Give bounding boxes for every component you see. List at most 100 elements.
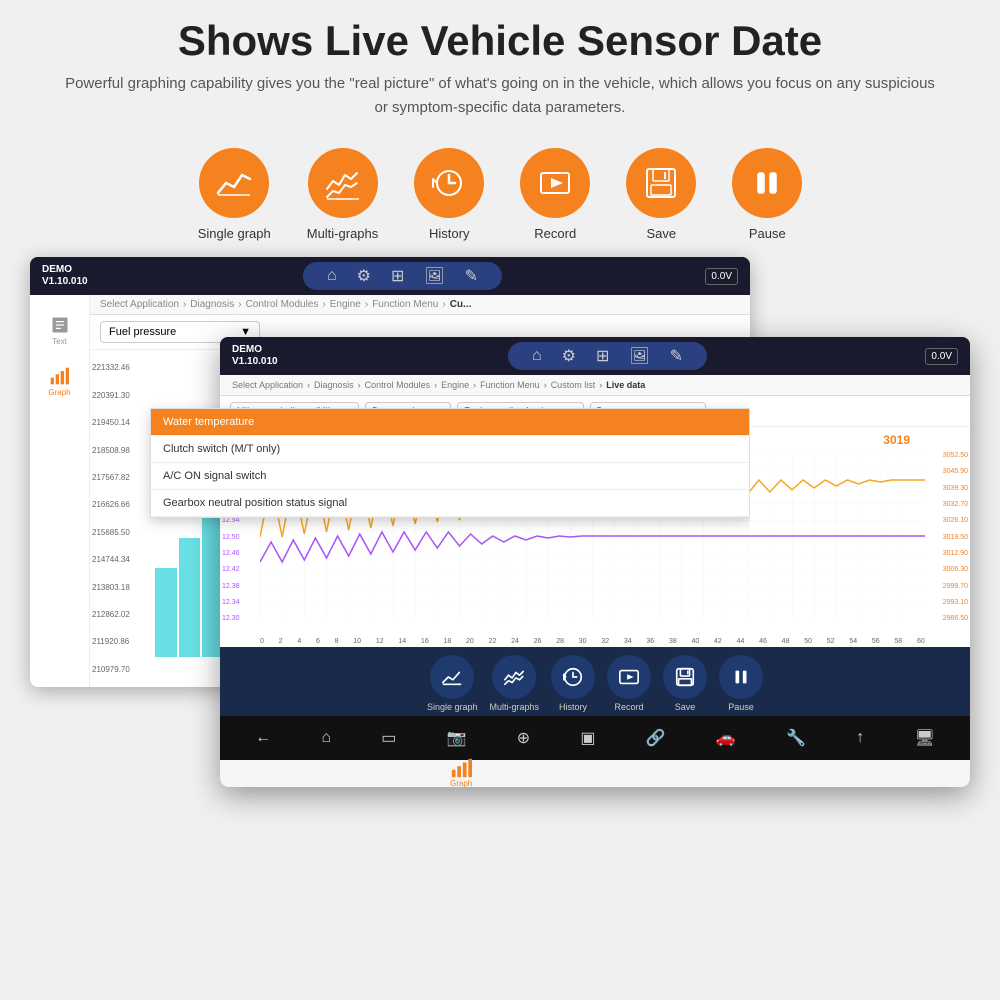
xl-2: 2 bbox=[279, 638, 283, 645]
front-bc-4: Engine bbox=[441, 380, 469, 390]
breadcrumb-sep-3: › bbox=[322, 299, 325, 310]
front-bc-sep3: › bbox=[434, 380, 437, 390]
xl-26: 26 bbox=[534, 638, 542, 645]
toolbar-single-graph-circle bbox=[430, 655, 474, 699]
front-bc-1: Select Application bbox=[232, 380, 303, 390]
xl-52: 52 bbox=[827, 638, 835, 645]
front-graph-label: Graph bbox=[450, 779, 472, 787]
back-nav-home-icon[interactable]: ⌂ bbox=[327, 267, 337, 285]
back-nav-grid-icon[interactable]: ⊞ bbox=[391, 266, 404, 286]
toolbar-save[interactable]: Save bbox=[663, 655, 707, 712]
dropdown-water-temp[interactable]: Water temperature bbox=[151, 409, 749, 436]
y-label-10: 212862.02 bbox=[92, 610, 130, 619]
front-nav-grid-icon[interactable]: ⊞ bbox=[596, 346, 609, 366]
toolbar-save-label: Save bbox=[675, 702, 696, 712]
feature-record: Record bbox=[520, 148, 590, 241]
xl-56: 56 bbox=[872, 638, 880, 645]
xl-60: 60 bbox=[917, 638, 925, 645]
toolbar-record[interactable]: Record bbox=[607, 655, 651, 712]
toolbar-record-icon bbox=[618, 666, 640, 688]
nav-home-icon[interactable]: ⌂ bbox=[321, 729, 331, 747]
back-nav-image-icon[interactable]: 🖼 bbox=[424, 266, 444, 286]
toolbar-history-circle bbox=[551, 655, 595, 699]
history-icon-circle bbox=[414, 148, 484, 218]
xl-34: 34 bbox=[624, 638, 632, 645]
sidebar-text-item[interactable]: Text bbox=[50, 315, 70, 346]
xl-40: 40 bbox=[691, 638, 699, 645]
yr-10: 2993.10 bbox=[943, 599, 968, 606]
yr-8: 3006.30 bbox=[943, 566, 968, 573]
xl-30: 30 bbox=[579, 638, 587, 645]
pause-label: Pause bbox=[749, 226, 786, 241]
feature-multi-graphs: Multi-graphs bbox=[307, 148, 379, 241]
dropdown-ac[interactable]: A/C ON signal switch bbox=[151, 463, 749, 490]
front-graph-icon bbox=[450, 757, 472, 779]
sidebar-text-label: Text bbox=[52, 337, 67, 346]
nav-camera-icon[interactable]: 📷 bbox=[447, 728, 467, 748]
front-bc-6: Custom list bbox=[551, 380, 596, 390]
nav-upload-icon[interactable]: ↑ bbox=[856, 729, 864, 747]
yr-4: 3032.70 bbox=[943, 501, 968, 508]
screenshot-front: DEMOV1.10.010 ⌂ ⚙ ⊞ 🖼 ✎ 0.0V Select Appl… bbox=[220, 337, 970, 787]
yl-6: 12.50 bbox=[222, 534, 240, 541]
xl-10: 10 bbox=[353, 638, 361, 645]
screenshots-area: DEMOV1.10.010 ⌂ ⚙ ⊞ 🖼 ✎ 0.0V Text bbox=[30, 257, 970, 777]
yl-11: 12.30 bbox=[222, 615, 240, 622]
back-y-labels: 221332.46 220391.30 219450.14 218508.98 … bbox=[92, 350, 130, 687]
front-bc-7: Live data bbox=[606, 380, 645, 390]
front-nav-edit-icon[interactable]: ✎ bbox=[670, 346, 683, 366]
back-nav-edit-icon[interactable]: ✎ bbox=[465, 266, 478, 286]
single-graph-icon-circle bbox=[199, 148, 269, 218]
feature-save: Save bbox=[626, 148, 696, 241]
front-nav-home-icon[interactable]: ⌂ bbox=[532, 347, 542, 365]
sidebar-graph-item[interactable]: Graph bbox=[48, 366, 70, 397]
bar-1 bbox=[155, 568, 177, 657]
front-bc-sep1: › bbox=[307, 380, 310, 390]
nav-square-icon[interactable]: ▣ bbox=[580, 728, 595, 748]
toolbar-pause-circle bbox=[719, 655, 763, 699]
yr-1: 3052.50 bbox=[943, 452, 968, 459]
back-nav-settings-icon[interactable]: ⚙ bbox=[357, 266, 371, 286]
dropdown-clutch[interactable]: Clutch switch (M/T only) bbox=[151, 436, 749, 463]
toolbar-single-graph[interactable]: Single graph bbox=[427, 655, 478, 712]
back-dropdown-value: Fuel pressure bbox=[109, 326, 176, 338]
xl-4: 4 bbox=[297, 638, 301, 645]
front-bc-sep6: › bbox=[599, 380, 602, 390]
y-label-6: 216626.66 bbox=[92, 500, 130, 509]
front-nav-image-icon[interactable]: 🖼 bbox=[629, 346, 649, 366]
front-breadcrumb: Select Application › Diagnosis › Control… bbox=[220, 375, 970, 396]
yr-6: 3019.50 bbox=[943, 534, 968, 541]
feature-single-graph: Single graph bbox=[198, 148, 271, 241]
xl-42: 42 bbox=[714, 638, 722, 645]
multi-graphs-label: Multi-graphs bbox=[307, 226, 379, 241]
toolbar-history-icon bbox=[562, 666, 584, 688]
y-label-7: 215685.50 bbox=[92, 528, 130, 537]
chart-value-right: 3019 bbox=[883, 433, 910, 447]
breadcrumb-sep-4: › bbox=[365, 299, 368, 310]
nav-window-icon[interactable]: ▭ bbox=[381, 728, 396, 748]
toolbar-multi-graphs[interactable]: Multi-graphs bbox=[490, 655, 540, 712]
y-label-2: 220391.30 bbox=[92, 391, 130, 400]
back-device-logo: DEMOV1.10.010 bbox=[42, 264, 88, 288]
front-nav-settings-icon[interactable]: ⚙ bbox=[562, 346, 576, 366]
record-icon-circle bbox=[520, 148, 590, 218]
toolbar-history[interactable]: History bbox=[551, 655, 595, 712]
back-dropdown-overlay: Water temperature Clutch switch (M/T onl… bbox=[150, 408, 750, 518]
dropdown-gearbox[interactable]: Gearbox neutral position status signal bbox=[151, 490, 749, 517]
xl-22: 22 bbox=[489, 638, 497, 645]
nav-globe-icon[interactable]: ⊕ bbox=[517, 728, 530, 748]
front-graph-item[interactable]: Graph bbox=[450, 757, 472, 787]
front-battery: 0.0V bbox=[925, 348, 958, 365]
toolbar-pause-icon bbox=[730, 666, 752, 688]
nav-link-icon[interactable]: 🔗 bbox=[646, 728, 666, 748]
yl-5: 12.54 bbox=[222, 517, 240, 524]
nav-display-icon[interactable]: 🖥 bbox=[914, 728, 934, 748]
nav-back-icon[interactable]: ← bbox=[255, 729, 271, 747]
toolbar-pause[interactable]: Pause bbox=[719, 655, 763, 712]
single-graph-label: Single graph bbox=[198, 226, 271, 241]
nav-wrench-icon[interactable]: 🔧 bbox=[786, 728, 806, 748]
y-label-1: 221332.46 bbox=[92, 363, 130, 372]
nav-car-icon[interactable]: 🚗 bbox=[716, 728, 736, 748]
toolbar-record-label: Record bbox=[615, 702, 644, 712]
save-label: Save bbox=[646, 226, 676, 241]
